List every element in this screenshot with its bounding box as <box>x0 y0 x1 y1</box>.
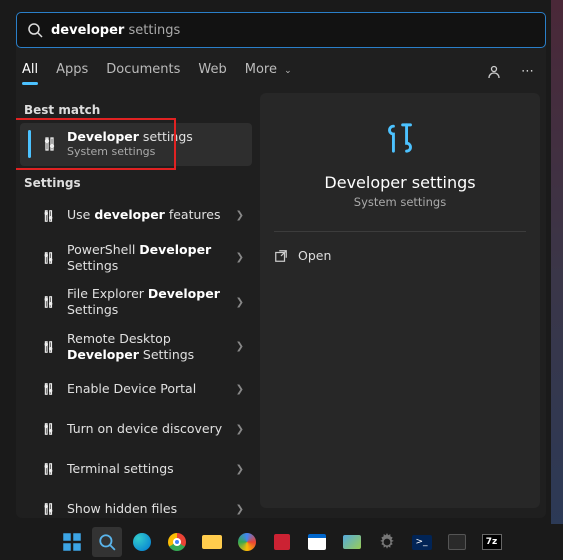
section-settings: Settings <box>20 166 252 196</box>
calendar-icon[interactable] <box>302 527 332 557</box>
developer-settings-icon <box>379 117 421 159</box>
open-action[interactable]: Open <box>260 242 540 269</box>
edge-icon[interactable] <box>127 527 157 557</box>
settings-icon <box>41 422 57 436</box>
search-input[interactable]: developer settings <box>51 23 180 38</box>
settings-result[interactable]: Enable Device Portal ❯ <box>20 369 252 409</box>
tab-more[interactable]: More ⌄ <box>245 58 292 85</box>
settings-gear-icon[interactable] <box>372 527 402 557</box>
divider <box>274 231 526 232</box>
taskbar: >_ 7z <box>0 524 563 560</box>
start-icon[interactable] <box>57 527 87 557</box>
search-icon <box>27 22 43 38</box>
best-match-result[interactable]: Developer settings System settings <box>20 123 252 166</box>
7zip-icon[interactable]: 7z <box>477 527 507 557</box>
chevron-right-icon: ❯ <box>236 504 244 515</box>
app-icon-red[interactable] <box>267 527 297 557</box>
tab-all[interactable]: All <box>22 58 38 85</box>
explorer-icon[interactable] <box>197 527 227 557</box>
settings-result[interactable]: Use developer features ❯ <box>20 196 252 236</box>
chrome-icon[interactable] <box>162 527 192 557</box>
settings-result[interactable]: File Explorer Developer Settings ❯ <box>20 280 252 325</box>
detail-title: Developer settings <box>324 173 475 192</box>
settings-icon <box>41 502 57 516</box>
section-best-match: Best match <box>20 93 252 123</box>
terminal-icon[interactable]: >_ <box>407 527 437 557</box>
search-bar[interactable]: developer settings <box>16 12 546 48</box>
open-icon <box>274 249 288 263</box>
chevron-right-icon: ❯ <box>236 210 244 221</box>
settings-icon <box>41 295 57 309</box>
assistant-icon[interactable] <box>232 527 262 557</box>
chevron-right-icon: ❯ <box>236 384 244 395</box>
results-list: Best match Developer settings System set… <box>16 93 256 518</box>
settings-icon <box>41 462 57 476</box>
start-search-panel: developer settings All Apps Documents We… <box>16 12 546 518</box>
open-label: Open <box>298 248 331 263</box>
settings-icon <box>41 209 57 223</box>
chevron-right-icon: ❯ <box>236 252 244 263</box>
more-options-icon[interactable]: ⋯ <box>516 60 540 84</box>
settings-icon <box>41 340 57 354</box>
chevron-down-icon: ⌄ <box>284 66 292 76</box>
settings-result[interactable]: Show hidden files ❯ <box>20 489 252 518</box>
tab-web[interactable]: Web <box>198 58 226 85</box>
account-icon[interactable] <box>482 60 506 84</box>
settings-icon <box>41 382 57 396</box>
settings-result[interactable]: PowerShell Developer Settings ❯ <box>20 236 252 281</box>
settings-icon <box>41 251 57 265</box>
chevron-right-icon: ❯ <box>236 464 244 475</box>
chevron-right-icon: ❯ <box>236 424 244 435</box>
settings-result[interactable]: Turn on device discovery ❯ <box>20 409 252 449</box>
photos-icon[interactable] <box>337 527 367 557</box>
detail-pane: Developer settings System settings Open <box>256 93 546 518</box>
chevron-right-icon: ❯ <box>236 297 244 308</box>
search-taskbar-icon[interactable] <box>92 527 122 557</box>
app-icon-dark[interactable] <box>442 527 472 557</box>
filter-tabs: All Apps Documents Web More ⌄ ⋯ <box>16 48 546 93</box>
tab-apps[interactable]: Apps <box>56 58 88 85</box>
settings-result[interactable]: Remote Desktop Developer Settings ❯ <box>20 325 252 370</box>
tab-documents[interactable]: Documents <box>106 58 180 85</box>
chevron-right-icon: ❯ <box>236 341 244 352</box>
settings-icon <box>41 136 57 152</box>
desktop-wallpaper-edge <box>551 0 563 560</box>
settings-result[interactable]: Terminal settings ❯ <box>20 449 252 489</box>
detail-subtitle: System settings <box>354 195 446 209</box>
